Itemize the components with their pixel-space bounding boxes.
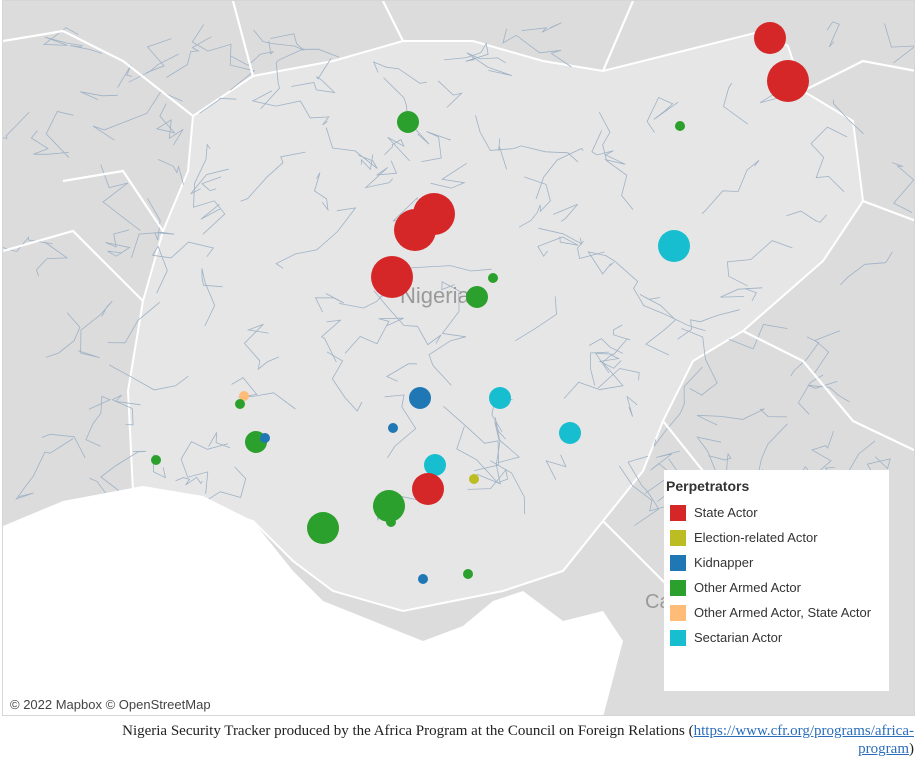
legend-label: Kidnapper bbox=[694, 555, 754, 570]
legend-swatch bbox=[670, 629, 686, 646]
legend-label: State Actor bbox=[694, 505, 758, 520]
incident-marker[interactable] bbox=[658, 230, 690, 262]
incident-marker[interactable] bbox=[675, 121, 685, 131]
incident-marker[interactable] bbox=[412, 473, 444, 505]
legend-swatch bbox=[670, 504, 686, 521]
incident-marker[interactable] bbox=[371, 256, 413, 298]
legend-swatch bbox=[670, 529, 686, 546]
incident-marker[interactable] bbox=[394, 209, 436, 251]
legend-panel: Perpetrators State Actor Election-relate… bbox=[664, 470, 889, 691]
incident-marker[interactable] bbox=[260, 433, 270, 443]
incident-marker[interactable] bbox=[373, 490, 405, 522]
legend-item-kidnapper[interactable]: Kidnapper bbox=[666, 550, 889, 575]
incident-marker[interactable] bbox=[397, 111, 419, 133]
legend-label: Sectarian Actor bbox=[694, 630, 783, 645]
legend-swatch bbox=[670, 579, 686, 596]
incident-marker[interactable] bbox=[489, 387, 511, 409]
cfr-link[interactable]: https://www.cfr.org/programs/africa- bbox=[694, 723, 914, 739]
map-attribution[interactable]: © 2022 Mapbox © OpenStreetMap bbox=[10, 697, 211, 712]
caption-text: Nigeria Security Tracker produced by the… bbox=[122, 723, 694, 739]
map-view[interactable]: Nigeria Ca Perpetrators State Actor Elec… bbox=[2, 0, 915, 716]
incident-marker[interactable] bbox=[418, 574, 428, 584]
caption-close-paren: ) bbox=[909, 741, 914, 757]
legend-item-state-actor[interactable]: State Actor bbox=[666, 500, 889, 525]
legend-label: Other Armed Actor bbox=[694, 580, 801, 595]
incident-marker[interactable] bbox=[466, 286, 488, 308]
incident-marker[interactable] bbox=[409, 387, 431, 409]
incident-marker[interactable] bbox=[463, 569, 473, 579]
incident-marker[interactable] bbox=[388, 423, 398, 433]
legend-item-other-armed-actor[interactable]: Other Armed Actor bbox=[666, 575, 889, 600]
incident-marker[interactable] bbox=[767, 60, 809, 102]
legend-swatch bbox=[670, 554, 686, 571]
caption-line-1: Nigeria Security Tracker produced by the… bbox=[0, 722, 914, 740]
cfr-link-continued[interactable]: program bbox=[858, 741, 909, 757]
caption-line-2: program) bbox=[0, 740, 914, 758]
incident-marker[interactable] bbox=[488, 273, 498, 283]
legend-item-other-armed-actor-state-actor[interactable]: Other Armed Actor, State Actor bbox=[666, 600, 889, 625]
incident-marker[interactable] bbox=[307, 512, 339, 544]
legend-item-election-related-actor[interactable]: Election-related Actor bbox=[666, 525, 889, 550]
incident-marker[interactable] bbox=[386, 517, 396, 527]
incident-marker[interactable] bbox=[424, 454, 446, 476]
legend-label: Other Armed Actor, State Actor bbox=[694, 605, 872, 620]
legend-swatch bbox=[670, 604, 686, 621]
incident-marker[interactable] bbox=[469, 474, 479, 484]
legend-title: Perpetrators bbox=[666, 478, 750, 494]
legend-item-sectarian-actor[interactable]: Sectarian Actor bbox=[666, 625, 889, 650]
incident-marker[interactable] bbox=[151, 455, 161, 465]
legend-label: Election-related Actor bbox=[694, 530, 818, 545]
incident-marker[interactable] bbox=[754, 22, 786, 54]
incident-marker[interactable] bbox=[235, 399, 245, 409]
incident-marker[interactable] bbox=[559, 422, 581, 444]
figure-caption: Nigeria Security Tracker produced by the… bbox=[0, 722, 914, 758]
